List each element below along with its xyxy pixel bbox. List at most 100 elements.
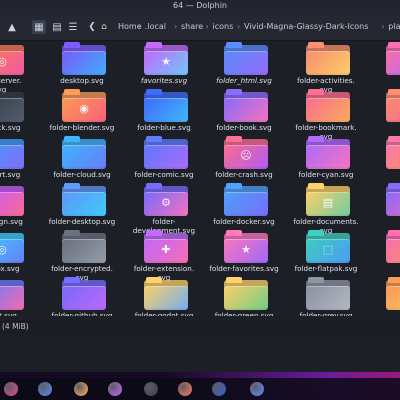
folder-icon (62, 136, 106, 169)
file-name: folder-comic.svg (134, 170, 194, 179)
folder-icon (144, 277, 188, 310)
file-name: folder-cyan.svg (298, 170, 354, 179)
file-name: desktop.svg (60, 76, 104, 85)
folder-icon: ★ (224, 230, 268, 263)
file-name: folder-favorites.svg (209, 264, 279, 273)
folder-icon (306, 277, 350, 310)
file-name: folder-desktop.svg (48, 217, 116, 226)
folder-icon (386, 277, 400, 310)
folder-icon: ⚙ (144, 183, 188, 216)
folder-icon (306, 89, 350, 122)
folder-emblem-icon: ◎ (0, 55, 7, 68)
breadcrumb-item[interactable]: place (388, 22, 400, 31)
folder-icon (306, 136, 350, 169)
taskbar-app-icon[interactable] (250, 382, 264, 396)
status-bar: (4 MiB) (0, 320, 400, 334)
file-name: folder-crash.svg (215, 170, 273, 179)
toolbar: ▲ ▦ ▤ ☰ ❮ ⌂ Home › .local › share › icons › Vivi… (0, 15, 400, 41)
file-name: folder-cloud.svg (53, 170, 111, 179)
dolphin-window: 64 — Dolphin ▲ ▦ ▤ ☰ ❮ ⌂ Home › .local › sha… (0, 0, 400, 372)
folder-icon (386, 230, 400, 263)
file-name: fo (366, 217, 400, 226)
folder-icon: ◎ (0, 233, 24, 263)
taskbar-app-icon[interactable] (74, 382, 88, 396)
file-name: ...design.svg (0, 217, 23, 226)
file-name: ...-git.svg (0, 311, 17, 316)
details-view-button[interactable]: ☰ (66, 20, 80, 34)
taskbar-app-icon[interactable] (4, 382, 18, 396)
folder-icon (144, 89, 188, 122)
compact-view-button[interactable]: ▤ (50, 20, 64, 34)
folder-icon (386, 42, 400, 75)
file-name: ...black.svg (0, 123, 21, 132)
breadcrumb-item[interactable]: .local (145, 22, 166, 31)
file-name: fo (366, 170, 400, 179)
home-icon[interactable]: ⌂ (98, 20, 110, 34)
folder-icon: ◉ (62, 89, 106, 122)
file-name: folder-green.svg (214, 311, 274, 316)
status-text: (4 MiB) (2, 322, 29, 331)
file-name: folder-godot.svg (134, 311, 194, 316)
file-name: folder-github.svg (51, 311, 113, 316)
folder-emblem-icon: ⚙ (161, 196, 171, 209)
folder-icon (224, 183, 268, 216)
file-name: fo (366, 311, 400, 316)
folder-icon (386, 89, 400, 122)
folder-icon (0, 280, 24, 310)
file-name: folder-docker.svg (213, 217, 275, 226)
file-name: folder-flatpak.svg (294, 264, 358, 273)
taskbar-app-icon[interactable] (38, 382, 52, 396)
folder-icon: ⬚ (306, 230, 350, 263)
taskbar-app-icon[interactable] (178, 382, 192, 396)
go-up-icon[interactable]: ▲ (6, 20, 18, 34)
file-name: fo (366, 76, 400, 85)
folder-icon (144, 136, 188, 169)
icons-view-button[interactable]: ▦ (32, 20, 46, 34)
file-name: fo (366, 264, 400, 273)
folder-icon: ▤ (306, 183, 350, 216)
file-name: folder-grey.svg (299, 311, 353, 316)
folder-icon (62, 277, 106, 310)
folder-icon (0, 139, 24, 169)
taskbar (0, 378, 400, 400)
taskbar-app-icon[interactable] (212, 382, 226, 396)
breadcrumb-item[interactable]: icons (213, 22, 234, 31)
file-name: folder-blue.svg (137, 123, 191, 132)
file-name: folder-blender.svg (49, 123, 115, 132)
file-name: ...dbox.svg (0, 264, 20, 273)
folder-icon (306, 42, 350, 75)
breadcrumb-item[interactable]: Vivid-Magna-Glassy-Dark-Icons (244, 22, 368, 31)
folder-icon (62, 183, 106, 216)
taskbar-app-icon[interactable] (108, 382, 122, 396)
folder-emblem-icon: ★ (241, 243, 251, 256)
folder-icon: ✚ (144, 230, 188, 263)
folder-emblem-icon: ★ (161, 55, 171, 68)
folder-emblem-icon: ⬚ (322, 243, 334, 256)
folder-emblem-icon: ✚ (161, 243, 171, 256)
folder-icon (62, 230, 106, 263)
folder-icon (224, 42, 268, 75)
folder-icon (224, 89, 268, 122)
folder-emblem-icon: ▤ (322, 196, 334, 209)
folder-icon: ☹ (224, 136, 268, 169)
file-grid: ◎...de-server.svgdesktop.svg★favorites.s… (0, 41, 400, 316)
folder-emblem-icon: ☹ (240, 149, 252, 162)
folder-icon (62, 42, 106, 75)
file-name: ...chart.svg (0, 170, 21, 179)
folder-icon (0, 186, 24, 216)
window-title: 64 — Dolphin (173, 1, 227, 10)
folder-icon (0, 92, 24, 122)
breadcrumb-separator-icon: › (237, 22, 241, 31)
file-name: folder_html.svg (216, 76, 272, 85)
taskbar-app-icon[interactable] (144, 382, 158, 396)
folder-icon: ★ (144, 42, 188, 75)
breadcrumb-item[interactable]: share (181, 22, 203, 31)
folder-icon (224, 277, 268, 310)
file-name: folder-book.svg (216, 123, 272, 132)
folder-emblem-icon: ◎ (0, 243, 7, 256)
file-name: fo (366, 123, 400, 132)
back-icon[interactable]: ❮ (86, 20, 98, 34)
folder-icon (386, 183, 400, 216)
breadcrumb-separator-icon: › (174, 22, 178, 31)
file-name: favorites.svg (140, 76, 188, 85)
